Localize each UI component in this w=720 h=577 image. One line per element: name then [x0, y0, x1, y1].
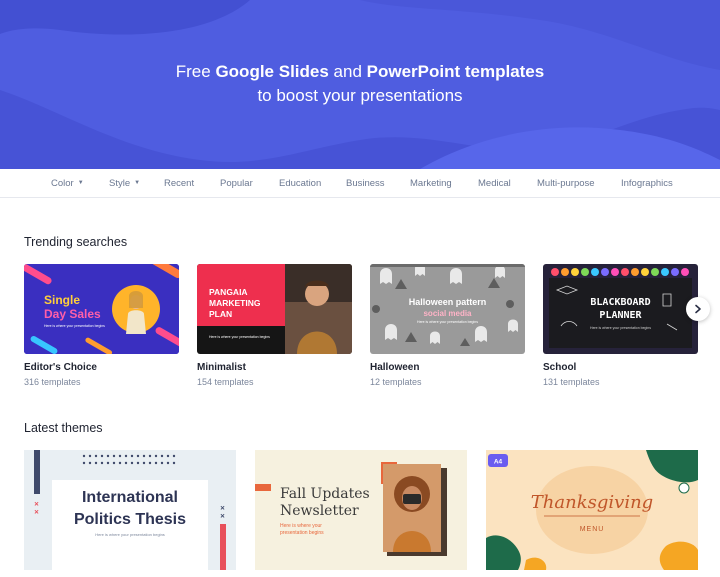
- svg-text:✕: ✕: [34, 509, 39, 516]
- trending-card-title[interactable]: Editor's Choice: [24, 362, 97, 373]
- fall-updates-thumbnail: Fall Updates Newsletter Here is where yo…: [255, 450, 467, 570]
- svg-text:MARKETING: MARKETING: [209, 298, 261, 308]
- trending-card-editors-choice[interactable]: Single Day Sales Here is where your pres…: [24, 264, 179, 354]
- svg-text:PLANNER: PLANNER: [599, 310, 642, 321]
- trending-card-halloween[interactable]: Halloween pattern social media Here is w…: [370, 264, 525, 354]
- nav-color-dropdown[interactable]: Color ▼: [51, 178, 84, 189]
- theme-card-thanksgiving-menu[interactable]: A4 Thanksgiving MENU: [486, 450, 698, 570]
- trending-searches-heading: Trending searches: [24, 235, 128, 249]
- svg-text:MENU: MENU: [580, 526, 605, 533]
- nav-recent[interactable]: Recent: [164, 178, 194, 189]
- category-nav: Color ▼ Style ▼ Recent Popular Education B…: [0, 169, 720, 198]
- halloween-thumbnail: Halloween pattern social media Here is w…: [370, 264, 525, 354]
- svg-text:Newsletter: Newsletter: [280, 503, 359, 519]
- svg-text:✕: ✕: [34, 501, 39, 508]
- trending-card-title[interactable]: School: [543, 362, 576, 373]
- nav-business[interactable]: Business: [346, 178, 385, 189]
- trending-card-title[interactable]: Minimalist: [197, 362, 246, 373]
- svg-text:✕: ✕: [220, 505, 225, 512]
- svg-text:Halloween pattern: Halloween pattern: [409, 297, 487, 307]
- trending-card-count: 131 templates: [543, 377, 600, 387]
- trending-card-count: 316 templates: [24, 377, 81, 387]
- carousel-next-button[interactable]: [686, 297, 710, 321]
- trending-card-count: 12 templates: [370, 377, 422, 387]
- svg-text:PANGAIA: PANGAIA: [209, 287, 248, 297]
- nav-education[interactable]: Education: [279, 178, 321, 189]
- trending-card-school[interactable]: BLACKBOARD PLANNER Here is where your pr…: [543, 264, 698, 354]
- svg-text:Single: Single: [44, 293, 80, 307]
- thanksgiving-menu-thumbnail: A4 Thanksgiving MENU: [486, 450, 698, 570]
- latest-themes-heading: Latest themes: [24, 421, 103, 435]
- svg-text:✕: ✕: [220, 513, 225, 520]
- school-thumbnail: BLACKBOARD PLANNER Here is where your pr…: [543, 264, 698, 354]
- trending-card-count: 154 templates: [197, 377, 254, 387]
- editors-choice-thumbnail: Single Day Sales Here is where your pres…: [24, 264, 179, 354]
- international-politics-thumbnail: ✕ ✕ ✕ ✕ International Politics Thesis He…: [24, 450, 236, 570]
- hero-headline: Free Google Slides and PowerPoint templa…: [175, 62, 545, 105]
- svg-text:Fall Updates: Fall Updates: [280, 486, 370, 502]
- svg-text:social media: social media: [423, 309, 472, 318]
- chevron-down-icon: ▼: [134, 180, 141, 186]
- svg-text:Here is where your presentatio: Here is where your presentation begins: [95, 532, 165, 537]
- nav-infographics[interactable]: Infographics: [621, 178, 673, 189]
- trending-card-minimalist[interactable]: PANGAIA MARKETING PLAN Here is where you…: [197, 264, 352, 354]
- minimalist-thumbnail: PANGAIA MARKETING PLAN Here is where you…: [197, 264, 352, 354]
- chevron-down-icon: ▼: [77, 180, 84, 186]
- svg-text:Here is where your presentatio: Here is where your presentation begins: [209, 335, 270, 339]
- svg-text:A4: A4: [494, 459, 503, 466]
- nav-popular[interactable]: Popular: [220, 178, 253, 189]
- svg-text:Day Sales: Day Sales: [44, 307, 101, 321]
- theme-card-fall-updates-newsletter[interactable]: Fall Updates Newsletter Here is where yo…: [255, 450, 467, 570]
- svg-text:International: International: [82, 489, 178, 506]
- hero-banner: Free Google Slides and PowerPoint templa…: [0, 0, 720, 169]
- theme-card-international-politics-thesis[interactable]: ✕ ✕ ✕ ✕ International Politics Thesis He…: [24, 450, 236, 570]
- svg-text:Thanksgiving: Thanksgiving: [531, 492, 653, 513]
- trending-card-title[interactable]: Halloween: [370, 362, 419, 373]
- nav-medical[interactable]: Medical: [478, 178, 511, 189]
- nav-marketing[interactable]: Marketing: [410, 178, 452, 189]
- svg-text:Here is where your presentatio: Here is where your presentation begins: [590, 326, 651, 330]
- nav-style-dropdown[interactable]: Style ▼: [109, 178, 140, 189]
- svg-text:BLACKBOARD: BLACKBOARD: [590, 297, 650, 308]
- nav-multi-purpose[interactable]: Multi-purpose: [537, 178, 595, 189]
- svg-text:Politics Thesis: Politics Thesis: [74, 511, 186, 528]
- svg-text:Here is where your presentatio: Here is where your presentation begins: [44, 324, 105, 328]
- svg-text:Here is where your: Here is where your: [280, 523, 322, 529]
- svg-text:presentation begins: presentation begins: [280, 530, 324, 536]
- svg-text:Here is where your presentatio: Here is where your presentation begins: [417, 320, 478, 324]
- svg-text:PLAN: PLAN: [209, 309, 232, 319]
- chevron-right-icon: [695, 304, 701, 314]
